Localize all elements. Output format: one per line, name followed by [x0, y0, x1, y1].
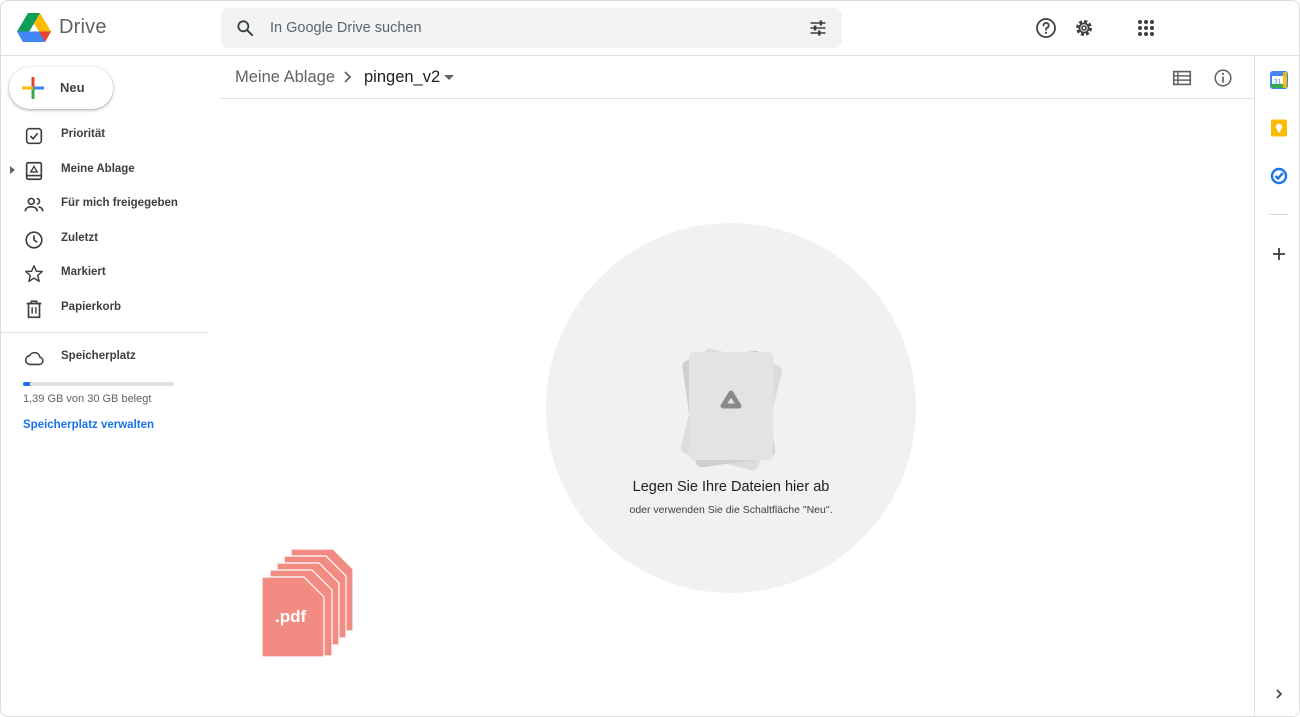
sidebar-item-label: Meine Ablage	[61, 163, 135, 175]
app-name[interactable]: Drive	[59, 16, 107, 39]
folder-menu-chevron-down-icon[interactable]	[444, 75, 454, 80]
search-bar[interactable]: In Google Drive suchen	[221, 8, 842, 48]
plus-icon	[22, 77, 44, 99]
apps-grid-icon[interactable]	[1134, 16, 1158, 40]
expand-caret-icon[interactable]	[10, 166, 15, 174]
sidebar-item-storage[interactable]: Speicherplatz	[1, 342, 207, 374]
calendar-day: 31	[1274, 79, 1282, 86]
search-icon[interactable]	[235, 18, 255, 38]
new-button-label: Neu	[60, 80, 85, 95]
sidebar-item-recent[interactable]: Zuletzt	[1, 224, 207, 256]
sidebar-item-starred[interactable]: Markiert	[1, 258, 207, 290]
drop-zone-title: Legen Sie Ihre Dateien hier ab	[632, 479, 830, 495]
manage-storage-link[interactable]: Speicherplatz verwalten	[23, 419, 154, 431]
storage-usage-bar	[23, 382, 174, 386]
sidebar-item-label: Markiert	[61, 266, 106, 278]
top-bar: Drive In Google Drive suchen	[1, 1, 1299, 56]
dragged-file-type-label: .pdf	[275, 607, 307, 626]
shared-icon	[24, 197, 44, 212]
help-icon[interactable]	[1034, 16, 1058, 40]
sidebar-item-my-drive[interactable]: Meine Ablage	[1, 155, 207, 187]
drive-window: Drive In Google Drive suchen Neu Priorit…	[0, 0, 1300, 717]
sidebar-item-shared[interactable]: Für mich freigegeben	[1, 189, 207, 221]
sidebar-item-label: Priorität	[61, 128, 106, 140]
storage-label: Speicherplatz	[61, 350, 136, 362]
star-icon	[25, 265, 43, 283]
search-input[interactable]: In Google Drive suchen	[270, 20, 422, 36]
sidebar-item-priority[interactable]: Priorität	[1, 120, 207, 152]
add-addon-icon[interactable]	[1270, 245, 1288, 263]
breadcrumb-current-folder[interactable]: pingen_v2	[364, 68, 440, 87]
storage-usage-text: 1,39 GB von 30 GB belegt	[23, 393, 152, 405]
drop-files-illustration-icon	[680, 348, 783, 471]
chevron-right-expand-icon[interactable]	[1270, 685, 1288, 703]
breadcrumb-root[interactable]: Meine Ablage	[235, 68, 335, 87]
trash-icon	[26, 300, 42, 319]
sidebar-divider	[1, 332, 207, 333]
priority-icon	[25, 127, 43, 145]
tune-icon[interactable]	[808, 18, 828, 38]
calendar-icon[interactable]: 31	[1270, 71, 1288, 89]
sidebar-item-label: Papierkorb	[61, 301, 122, 313]
clock-icon	[25, 231, 43, 249]
my-drive-icon	[25, 161, 43, 181]
sidebar-item-label: Für mich freigegeben	[61, 197, 178, 209]
cloud-icon	[24, 351, 44, 366]
dragged-pdf-files-icon[interactable]	[259, 546, 359, 661]
new-button[interactable]: Neu	[9, 67, 113, 109]
list-view-icon[interactable]	[1171, 67, 1193, 89]
chevron-right-icon	[344, 71, 352, 83]
side-panel-rail: 31	[1254, 56, 1299, 716]
settings-icon[interactable]	[1072, 16, 1096, 40]
breadcrumb: Meine Ablage pingen_v2	[221, 56, 1254, 99]
rail-divider	[1269, 214, 1289, 215]
sidebar-item-label: Zuletzt	[61, 232, 99, 244]
sidebar-item-trash[interactable]: Papierkorb	[1, 293, 207, 325]
tasks-icon[interactable]	[1270, 167, 1288, 185]
storage-usage-fill	[23, 382, 30, 386]
drop-zone-subtitle: oder verwenden Sie die Schaltfläche "Neu…	[629, 504, 833, 516]
info-icon[interactable]	[1212, 67, 1234, 89]
drive-logo-icon[interactable]	[17, 12, 51, 42]
keep-icon[interactable]	[1270, 119, 1288, 137]
